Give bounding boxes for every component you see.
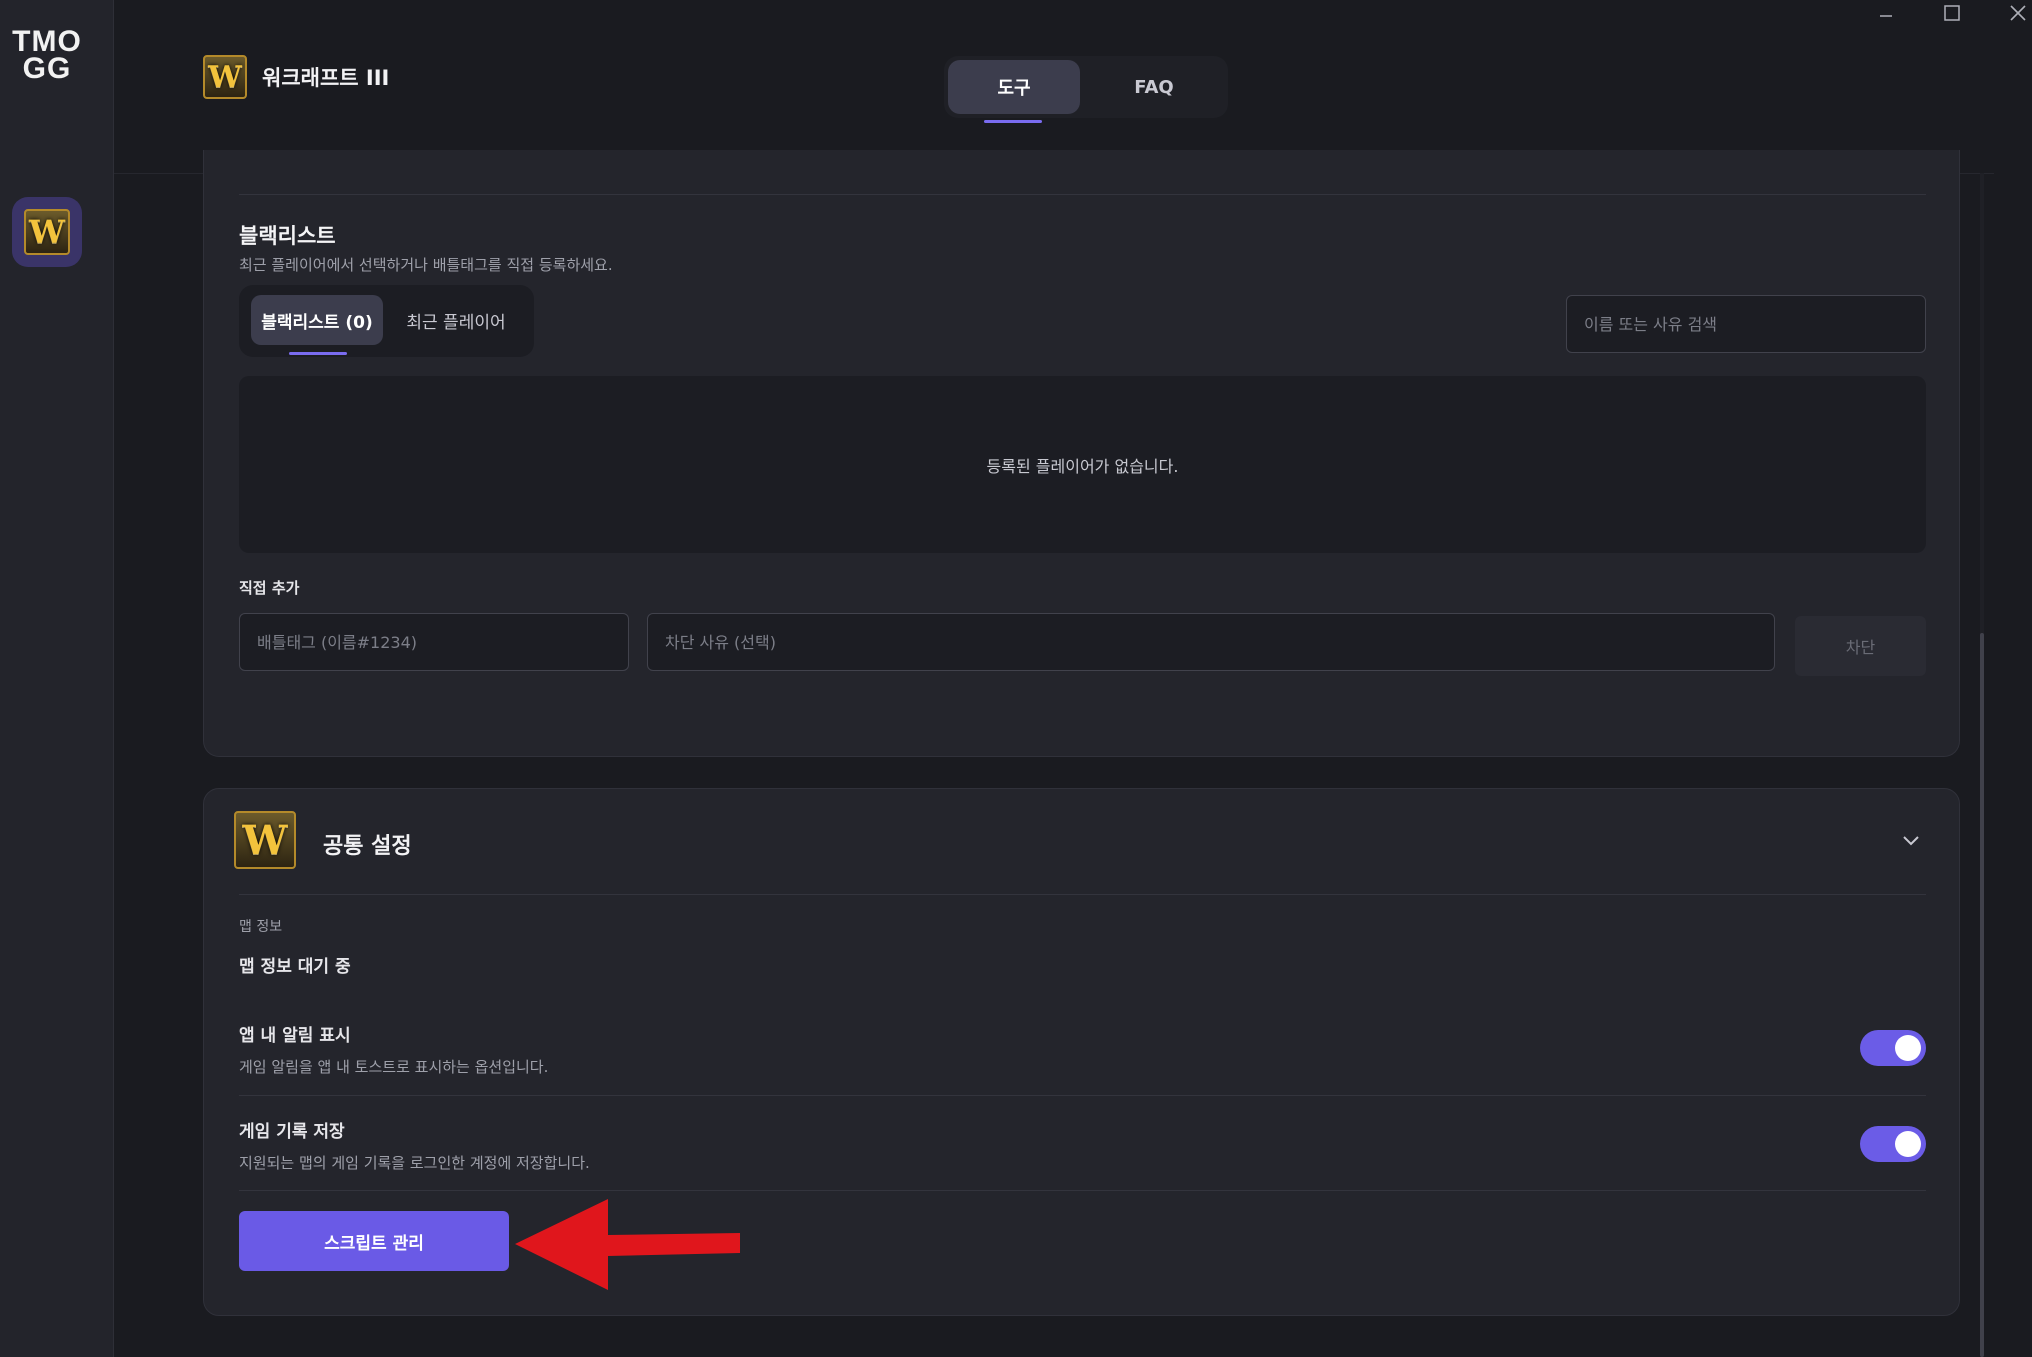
in-app-notification-toggle[interactable]: [1860, 1030, 1926, 1066]
toggle-knob: [1895, 1035, 1921, 1061]
toggle-knob: [1895, 1131, 1921, 1157]
option-title: 게임 기록 저장: [239, 1122, 345, 1142]
active-tab-indicator: [984, 120, 1042, 123]
blacklist-empty-state: 등록된 플레이어가 없습니다.: [239, 376, 1926, 553]
close-icon: [2010, 5, 2026, 21]
minimize-icon: [1880, 15, 1892, 17]
tmogg-logo[interactable]: TMO GG: [12, 25, 82, 85]
blacklist-card: 블랙리스트 최근 플레이어에서 선택하거나 배틀태그를 직접 등록하세요. 블랙…: [203, 150, 1960, 757]
script-manage-button[interactable]: 스크립트 관리: [239, 1211, 509, 1271]
warcraft-w-icon: W: [234, 811, 296, 869]
option-desc: 게임 알림을 앱 내 토스트로 표시하는 옵션입니다.: [239, 1058, 549, 1076]
game-title: 워크래프트 III: [262, 66, 390, 90]
main-tabs: 도구 FAQ: [944, 56, 1228, 123]
card-divider: [239, 194, 1926, 195]
tab-recent-players[interactable]: 최근 플레이어: [391, 295, 521, 345]
blacklist-title: 블랙리스트: [239, 224, 336, 248]
map-info-value: 맵 정보 대기 중: [239, 957, 351, 977]
blacklist-subtitle: 최근 플레이어에서 선택하거나 배틀태그를 직접 등록하세요.: [239, 256, 613, 274]
scrollbar-thumb[interactable]: [1980, 633, 1984, 1357]
maximize-button[interactable]: [1932, 0, 1972, 26]
save-game-record-toggle[interactable]: [1860, 1126, 1926, 1162]
app-sidebar: TMO GG W: [0, 0, 114, 1357]
maximize-icon: [1944, 5, 1960, 21]
collapse-chevron-button[interactable]: [1896, 825, 1926, 855]
tab-blacklist[interactable]: 블랙리스트 (0): [251, 295, 383, 345]
block-button[interactable]: 차단: [1795, 616, 1926, 676]
active-subtab-indicator: [289, 352, 347, 355]
common-settings-card: W 공통 설정 맵 정보 맵 정보 대기 중 앱 내 알림 표시 게임 알림을 …: [203, 788, 1960, 1316]
sidebar-game-warcraft3[interactable]: W: [12, 197, 82, 267]
map-info-label: 맵 정보: [239, 919, 283, 935]
option-desc: 지원되는 맵의 게임 기록을 로그인한 계정에 저장합니다.: [239, 1154, 590, 1172]
logo-line-2: GG: [22, 52, 72, 85]
option-divider: [239, 1190, 1926, 1191]
blacklist-tabs: 블랙리스트 (0) 최근 플레이어: [239, 285, 534, 357]
tab-tools[interactable]: 도구: [948, 60, 1080, 114]
option-title: 앱 내 알림 표시: [239, 1026, 351, 1046]
logo-line-1: TMO: [12, 25, 82, 58]
battletag-input[interactable]: [239, 613, 629, 671]
common-settings-title: 공통 설정: [323, 834, 412, 859]
game-w-icon: W: [203, 55, 247, 99]
empty-message: 등록된 플레이어가 없습니다.: [986, 456, 1179, 476]
settings-divider: [239, 894, 1926, 895]
minimize-button[interactable]: [1866, 0, 1906, 26]
close-button[interactable]: [1998, 0, 2032, 26]
blacklist-search-input[interactable]: [1566, 295, 1926, 353]
option-divider: [239, 1095, 1926, 1096]
chevron-down-icon: [1903, 836, 1919, 846]
red-arrow-annotation-icon: [515, 1199, 740, 1290]
tab-faq[interactable]: FAQ: [1088, 60, 1220, 114]
direct-add-label: 직접 추가: [239, 579, 300, 597]
warcraft-w-icon: W: [24, 209, 70, 255]
block-reason-input[interactable]: [647, 613, 1775, 671]
